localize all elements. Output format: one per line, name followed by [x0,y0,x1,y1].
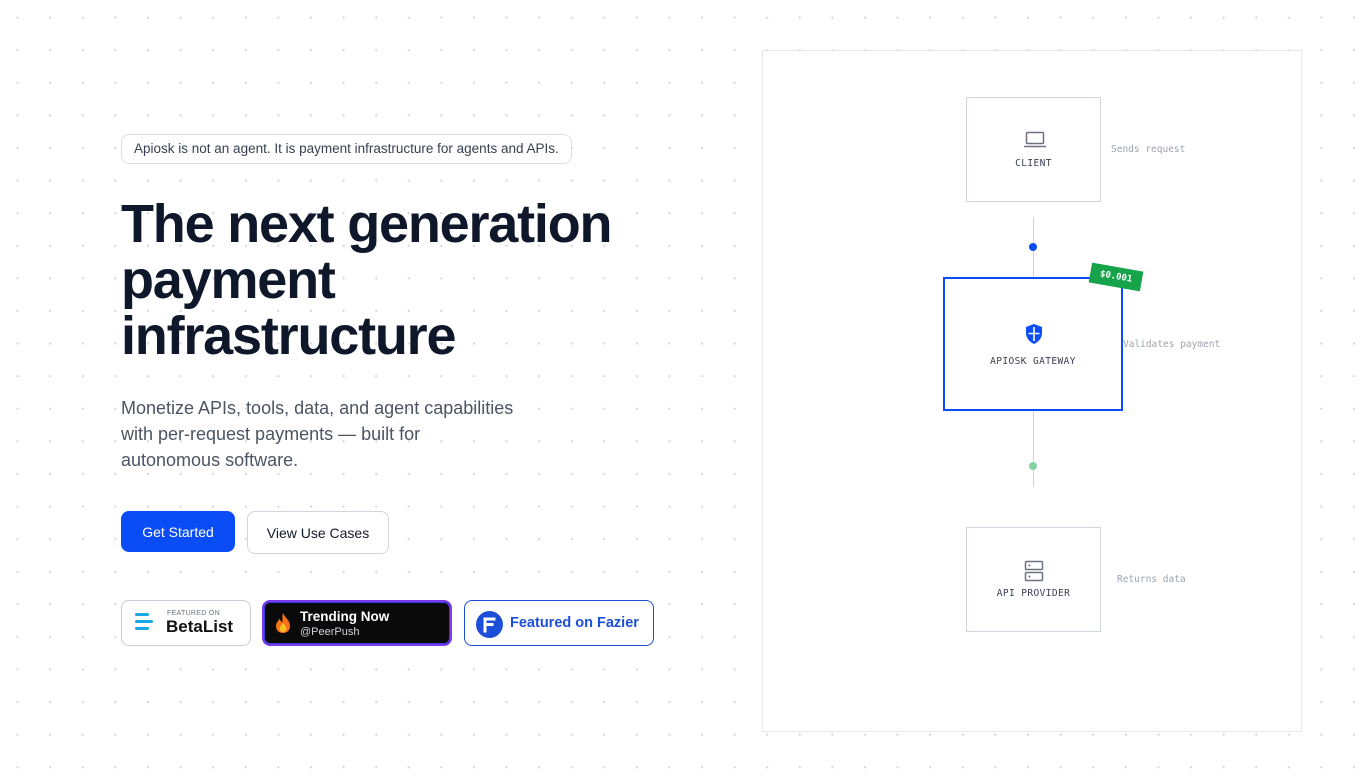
hero-subtext: Monetize APIs, tools, data, and agent ca… [121,395,561,473]
client-note: Sends request [1111,144,1186,155]
gateway-node: APIOSK GATEWAY [943,277,1123,411]
provider-label: API PROVIDER [996,588,1071,599]
peerpush-title: Trending Now [300,609,390,624]
flow-dot [1029,243,1037,251]
provider-note: Returns data [1117,574,1186,585]
betalist-badge[interactable]: FEATURED ON BetaList [121,600,251,646]
headline-line: infrastructure [121,306,456,366]
peerpush-handle: @PeerPush [300,626,360,638]
flow-dot [1029,462,1037,470]
view-use-cases-button[interactable]: View Use Cases [247,511,389,554]
client-node: CLIENT [966,97,1101,202]
laptop-icon [1023,131,1047,154]
get-started-button[interactable]: Get Started [121,511,235,552]
notice-pill: Apiosk is not an agent. It is payment in… [121,134,572,164]
subtext-line: with per-request payments — built for [121,424,421,444]
gateway-note: Validates payment [1123,339,1221,350]
provider-node: API PROVIDER [966,527,1101,632]
client-label: CLIENT [1015,158,1052,169]
subtext-line: autonomous software. [121,450,299,470]
gateway-label: APIOSK GATEWAY [990,356,1076,367]
betalist-featured-label: FEATURED ON [167,610,220,617]
betalist-name: BetaList [166,617,234,636]
flame-icon [273,612,293,639]
fazier-badge[interactable]: Featured on Fazier [464,600,654,646]
fazier-logo-icon [476,611,503,638]
headline-line: The next generation [121,194,612,254]
shield-icon [1024,323,1044,350]
hero-headline: The next generation payment infrastructu… [121,196,721,364]
betalist-logo-icon [135,613,153,633]
subtext-line: Monetize APIs, tools, data, and agent ca… [121,398,514,418]
server-icon [1024,560,1044,587]
connector-line [1033,411,1034,487]
headline-line: payment [121,250,336,310]
flow-diagram-panel: CLIENT Sends request APIOSK GATEWAY Vali… [762,50,1302,732]
peerpush-badge[interactable]: Trending Now @PeerPush [262,600,452,646]
fazier-label: Featured on Fazier [510,615,639,631]
